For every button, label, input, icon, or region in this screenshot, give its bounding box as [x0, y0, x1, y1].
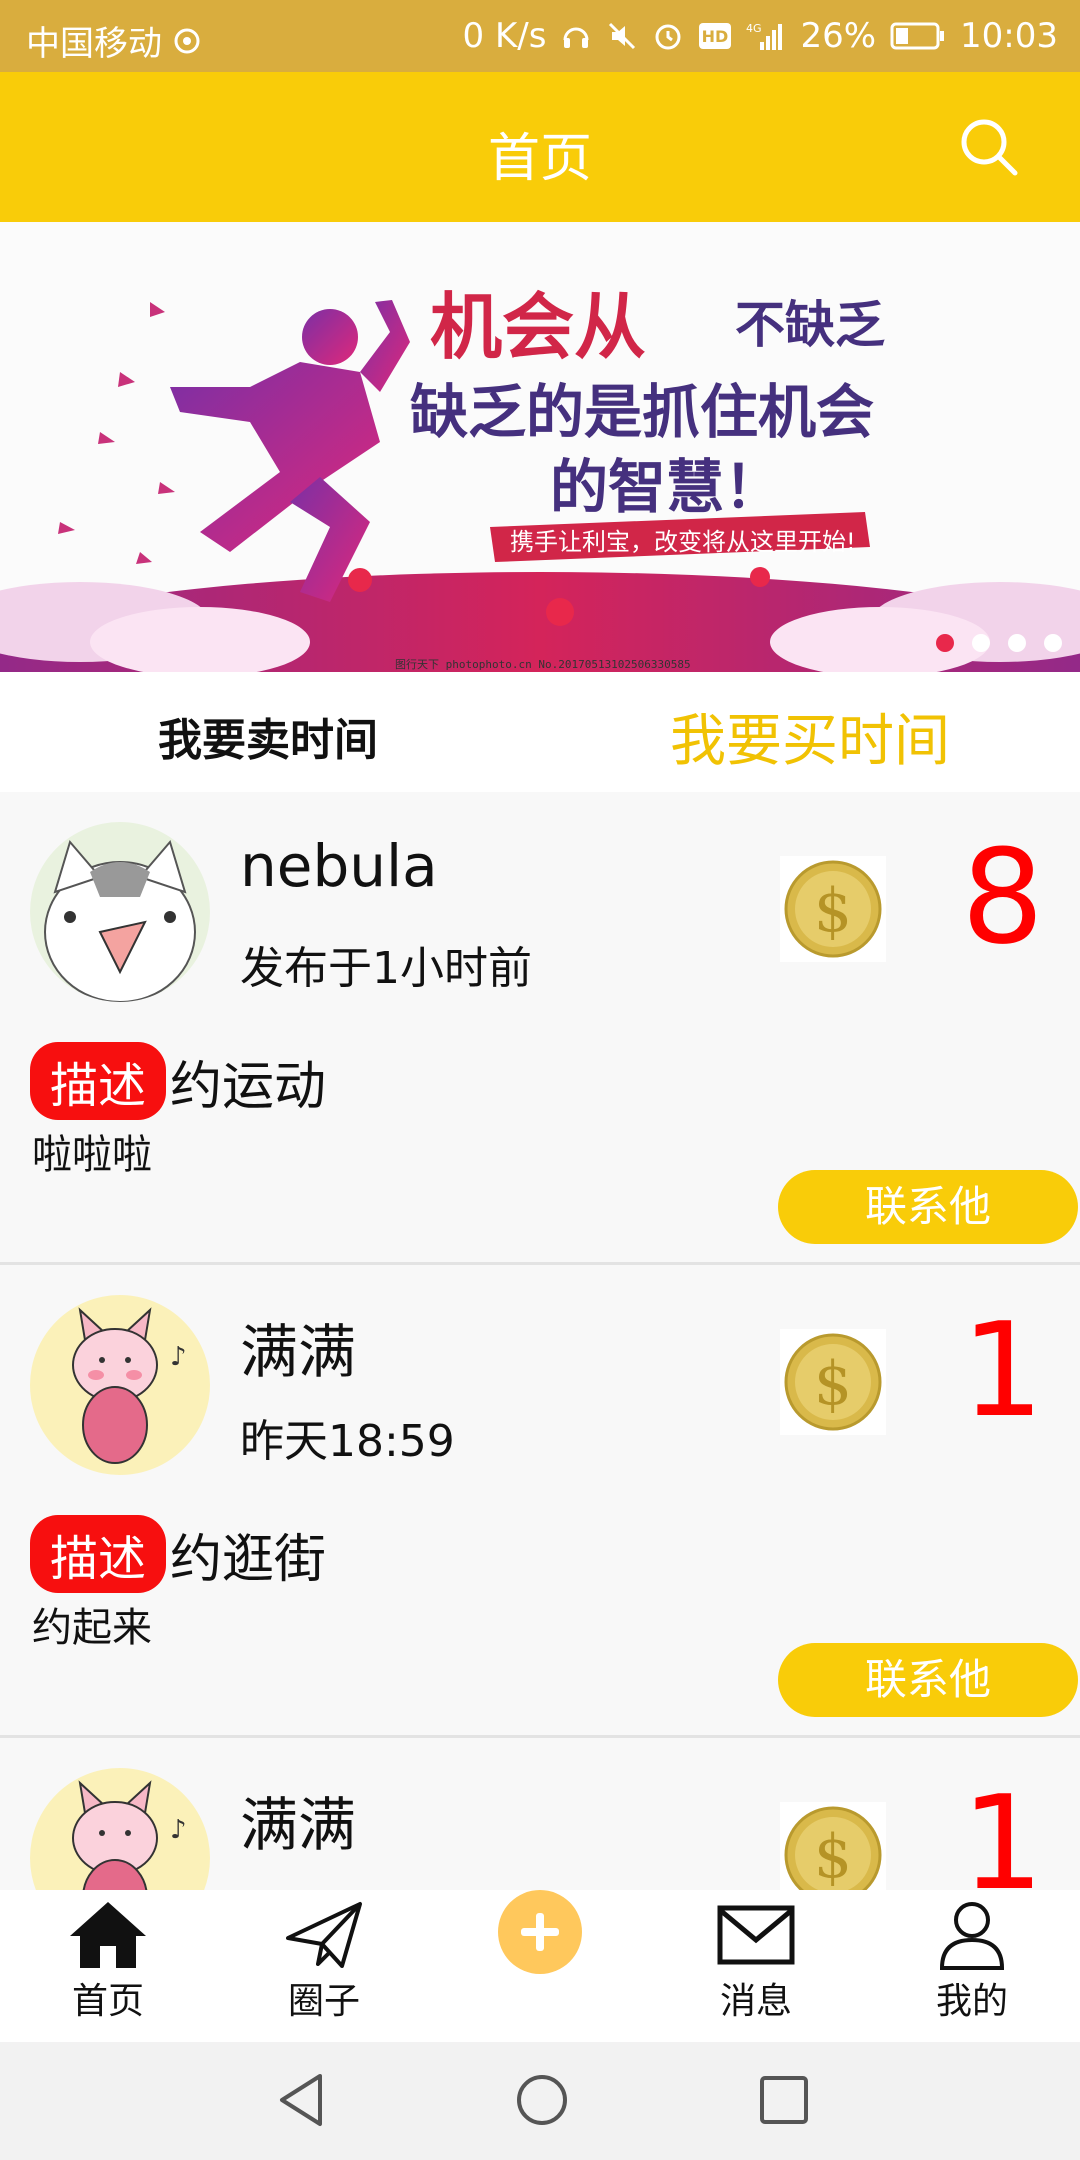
- nav-circle-label: 圈子: [287, 1981, 360, 2022]
- post-body: 约起来: [32, 1605, 152, 1651]
- svg-text:$: $: [814, 876, 852, 946]
- signal-icon: 4G: [746, 20, 786, 52]
- post-time: 昨天18:59: [240, 1416, 455, 1467]
- coin-icon: $: [780, 856, 886, 962]
- banner-headline-1b: 不缺乏: [735, 296, 885, 354]
- time-coin-amount: 1: [961, 1294, 1044, 1446]
- post-card: nebula 发布于1小时前 $ 8 描述 约运动 啦啦啦 联系他: [0, 792, 1080, 1265]
- piglet-avatar-image: ♪: [30, 1295, 210, 1475]
- banner-headline-3: 的智慧！: [550, 453, 782, 521]
- paper-plane-icon: [286, 1902, 362, 1968]
- back-button[interactable]: [276, 2070, 326, 2134]
- time-coin-amount: 1: [961, 1767, 1044, 1890]
- plus-icon: [521, 1913, 559, 1951]
- battery-icon: [890, 21, 946, 51]
- post-username[interactable]: 满满: [240, 1778, 356, 1862]
- cat-avatar-image: [30, 822, 210, 1002]
- hd-icon: HD: [698, 22, 732, 50]
- user-icon: [939, 1902, 1005, 1970]
- post-time: 发布于1小时前: [240, 943, 532, 994]
- post-card: ♪ 满满 昨天18:59 $ 1 描述 约逛街 约起来 联系他: [0, 1265, 1080, 1738]
- clock: 10:03: [960, 16, 1058, 56]
- description-badge: 描述: [30, 1515, 167, 1593]
- alarm-icon: [652, 20, 684, 52]
- banner-headline-2: 缺乏的是抓住机会: [410, 378, 874, 446]
- carousel-dots: [936, 634, 1062, 652]
- home-icon: [70, 1902, 146, 1968]
- carrier-label: 中国移动: [26, 24, 162, 64]
- system-navigation-bar: [0, 2042, 1080, 2160]
- post-feed[interactable]: nebula 发布于1小时前 $ 8 描述 约运动 啦啦啦 联系他 ♪ 满满 昨…: [0, 792, 1080, 1890]
- coin-icon: $: [780, 1329, 886, 1435]
- status-bar: 中国移动 0 K/s HD 4G 26% 10:03: [0, 0, 1080, 72]
- post-username[interactable]: nebula: [240, 832, 438, 900]
- tab-bar: 我要卖时间 我要买时间: [0, 672, 1080, 792]
- svg-text:♪: ♪: [170, 1815, 187, 1845]
- back-triangle-icon: [280, 2074, 322, 2126]
- time-coin-amount: 8: [961, 821, 1044, 973]
- nav-mine-label: 我的: [935, 1981, 1008, 2022]
- page-title: 首页: [487, 129, 592, 189]
- add-post-button[interactable]: [498, 1890, 582, 1974]
- home-circle-icon: [517, 2075, 567, 2125]
- mute-icon: [606, 20, 638, 52]
- banner-carousel[interactable]: 机会从 不缺乏 缺乏的是抓住机会 的智慧！ 携手让利宝，改变将从这里开始! 图行…: [0, 222, 1080, 672]
- post-body: 啦啦啦: [32, 1132, 152, 1178]
- coin-icon: $: [780, 1802, 886, 1890]
- tab-buy-time[interactable]: 我要买时间: [670, 696, 950, 777]
- carousel-dot[interactable]: [1044, 634, 1062, 652]
- network-type-label: 4G: [746, 22, 762, 35]
- contact-button[interactable]: 联系他: [778, 1170, 1078, 1244]
- svg-text:$: $: [814, 1349, 852, 1419]
- svg-text:♪: ♪: [170, 1342, 187, 1372]
- bottom-navigation: 首页 圈子 消息 我的: [0, 1890, 1080, 2042]
- nav-circle[interactable]: 圈子: [254, 1898, 394, 2024]
- nav-messages[interactable]: 消息: [686, 1898, 826, 2024]
- piglet-avatar-image: ♪: [30, 1768, 210, 1890]
- post-description-row: 描述 约运动: [30, 1042, 326, 1120]
- banner-watermark: 图行天下 photophoto.cn No.201705131025063305…: [395, 658, 691, 671]
- mail-icon: [717, 1905, 795, 1965]
- headphones-icon: [560, 20, 592, 52]
- banner-headline-1a: 机会从: [430, 285, 646, 369]
- search-icon: [961, 119, 1018, 176]
- post-card: ♪ 满满 $ 1: [0, 1738, 1080, 1890]
- sync-icon: [172, 26, 202, 56]
- avatar[interactable]: ♪: [30, 1768, 210, 1890]
- avatar[interactable]: [30, 822, 210, 1002]
- search-button[interactable]: [958, 116, 1020, 178]
- network-speed: 0 K/s: [462, 16, 547, 56]
- nav-home[interactable]: 首页: [38, 1898, 178, 2024]
- carousel-dot[interactable]: [1008, 634, 1026, 652]
- tab-sell-time[interactable]: 我要卖时间: [158, 704, 378, 768]
- description-badge: 描述: [30, 1042, 167, 1120]
- carousel-dot[interactable]: [936, 634, 954, 652]
- nav-home-label: 首页: [71, 1981, 144, 2022]
- banner-slogan: 携手让利宝，改变将从这里开始!: [510, 528, 856, 556]
- home-system-button[interactable]: [512, 2070, 572, 2134]
- nav-mine[interactable]: 我的: [902, 1898, 1042, 2024]
- contact-button[interactable]: 联系他: [778, 1643, 1078, 1717]
- app-header: 首页: [0, 72, 1080, 222]
- recents-button[interactable]: [754, 2070, 814, 2134]
- recents-square-icon: [760, 2076, 808, 2124]
- battery-percent: 26%: [800, 16, 877, 56]
- svg-text:HD: HD: [702, 27, 729, 46]
- banner-image: 机会从 不缺乏 缺乏的是抓住机会 的智慧！ 携手让利宝，改变将从这里开始! 图行…: [0, 222, 1080, 672]
- svg-text:$: $: [814, 1822, 852, 1890]
- post-username[interactable]: 满满: [240, 1305, 356, 1389]
- post-title: 约逛街: [170, 1529, 327, 1590]
- avatar[interactable]: ♪: [30, 1295, 210, 1475]
- nav-messages-label: 消息: [719, 1981, 792, 2022]
- post-description-row: 描述 约逛街: [30, 1515, 326, 1593]
- post-title: 约运动: [170, 1056, 327, 1117]
- carousel-dot[interactable]: [972, 634, 990, 652]
